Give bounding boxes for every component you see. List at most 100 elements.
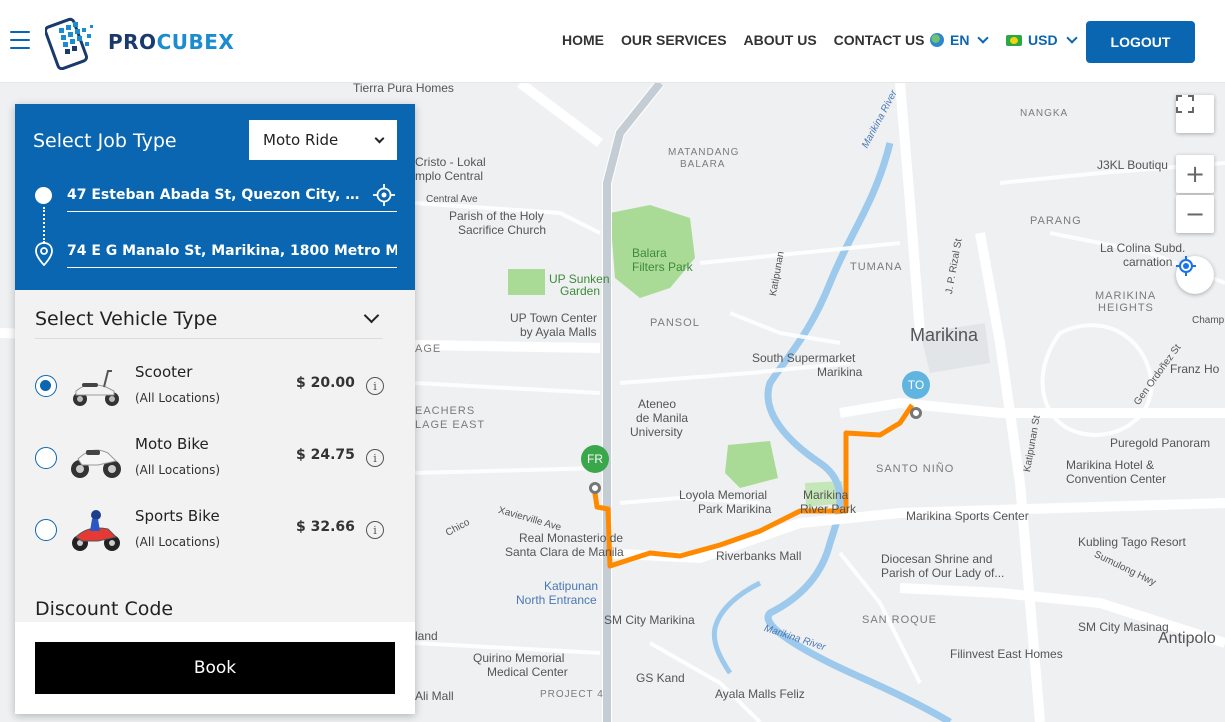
map-label: South Supermarket	[752, 351, 856, 365]
vehicle-name: Scooter	[135, 363, 193, 381]
map-label: North Entrance	[516, 593, 597, 607]
nav-our-services[interactable]: OUR SERVICES	[621, 32, 727, 48]
discount-code-title: Discount Code	[35, 598, 174, 620]
currency-selector[interactable]: USD	[1006, 32, 1078, 48]
map-label: SAN ROQUE	[862, 614, 938, 626]
vehicle-location: (All Locations)	[135, 535, 221, 549]
vehicle-price: $ 24.75	[296, 447, 355, 463]
map-label: LAGE EAST	[415, 419, 486, 431]
vehicle-option-scooter[interactable]: Scooter (All Locations) $ 20.00 i	[35, 355, 395, 417]
to-pin-icon	[910, 407, 922, 419]
map-label: Diocesan Shrine and	[881, 552, 993, 566]
pickup-address-input[interactable]: 47 Esteban Abada St, Quezon City, Metro …	[67, 178, 397, 212]
chevron-down-icon	[363, 307, 380, 324]
map-label: PROJECT 4	[540, 689, 604, 700]
info-icon[interactable]: i	[366, 521, 384, 539]
map-label: Ateneo	[638, 397, 677, 411]
map-label: by Ayala Malls	[520, 325, 597, 339]
map-label: PARANG	[1030, 215, 1082, 227]
map-label: mplo Central	[415, 169, 484, 183]
map-label: de Manila	[636, 411, 689, 425]
map-label: Ayala Malls Feliz	[715, 687, 805, 701]
map-label: Central Ave	[426, 194, 478, 205]
map-label: Katipunan	[544, 579, 599, 593]
from-marker[interactable]: FR	[581, 445, 609, 473]
logout-button[interactable]: LOGOUT	[1086, 21, 1195, 63]
booking-panel: Select Job Type Moto Ride 47 Esteban Aba…	[15, 104, 415, 714]
vehicle-radio[interactable]	[35, 375, 57, 397]
to-marker[interactable]: TO	[902, 371, 930, 399]
vehicle-radio[interactable]	[35, 447, 57, 469]
map-label: Real Monasterio de	[519, 531, 624, 545]
map-label: Marikina	[910, 325, 979, 345]
map-label: MATANDANG	[668, 147, 740, 158]
nav-contact-us[interactable]: CONTACT US	[834, 32, 925, 48]
vehicle-option-moto-bike[interactable]: Moto Bike (All Locations) $ 24.75 i	[35, 427, 395, 489]
map-label: UP Town Center	[510, 311, 597, 325]
map-label: GS Kand	[636, 671, 685, 685]
map-label: Garden	[560, 284, 601, 298]
job-type-select[interactable]: Moto Ride	[249, 120, 397, 160]
vehicle-name: Moto Bike	[135, 435, 209, 453]
map-label: Marikina Sports Center	[906, 509, 1029, 523]
job-type-value: Moto Ride	[263, 131, 339, 149]
map-label: Medical Center	[487, 665, 568, 679]
zoom-in-icon[interactable]: +	[1176, 155, 1214, 193]
map-label: Riverbanks Mall	[716, 549, 802, 563]
map-label: BALARA	[680, 159, 726, 170]
route-connector	[43, 207, 45, 243]
hamburger-menu-icon[interactable]	[10, 31, 30, 49]
currency-value: USD	[1028, 32, 1058, 48]
nav-home[interactable]: HOME	[562, 32, 604, 48]
map-label: La Colina Subd.	[1100, 241, 1186, 255]
vehicle-option-sports-bike[interactable]: Sports Bike (All Locations) $ 32.66 i	[35, 499, 395, 561]
brand-name[interactable]: PROCUBEX	[108, 30, 234, 54]
book-button[interactable]: Book	[35, 642, 395, 694]
zoom-out-icon[interactable]: −	[1176, 195, 1214, 233]
flag-icon	[1006, 34, 1022, 46]
job-type-section: Select Job Type Moto Ride 47 Esteban Aba…	[15, 104, 415, 290]
vehicle-price: $ 32.66	[296, 519, 355, 535]
map-label: TUMANA	[850, 261, 903, 273]
vehicle-name: Sports Bike	[135, 507, 220, 525]
globe-icon	[930, 33, 944, 47]
map-label: Puregold Panoram	[1110, 436, 1211, 450]
my-location-icon[interactable]	[1176, 256, 1214, 294]
language-value: EN	[950, 32, 970, 48]
map-label: SM City Masinag	[1078, 620, 1169, 634]
map-label: Champ	[1192, 315, 1225, 326]
vehicle-location: (All Locations)	[135, 463, 221, 477]
vehicle-radio[interactable]	[35, 519, 57, 541]
vehicle-location: (All Locations)	[135, 391, 221, 405]
fullscreen-icon[interactable]	[1176, 95, 1214, 133]
info-icon[interactable]: i	[366, 449, 384, 467]
procubex-logo-icon[interactable]	[45, 14, 97, 70]
map-label: Filinvest East Homes	[950, 647, 1063, 661]
map-label: land	[415, 629, 438, 643]
brand-part-1: PRO	[108, 30, 157, 54]
vehicle-type-toggle[interactable]: Select Vehicle Type	[35, 299, 383, 339]
map-label: PANSOL	[650, 317, 700, 329]
map-label: Quirino Memorial	[473, 651, 565, 665]
map-label: Marikina Hotel &	[1066, 458, 1155, 472]
map-label: SM City Marikina	[604, 613, 695, 627]
moto-bike-icon	[71, 449, 121, 478]
map-label: Franz Ho	[1170, 362, 1220, 376]
map-label: Balara	[632, 246, 667, 260]
vehicle-type-title: Select Vehicle Type	[35, 307, 218, 330]
dropoff-address-input[interactable]: 74 E G Manalo St, Marikina, 1800 Metro M…	[67, 234, 397, 268]
main-nav: HOME OUR SERVICES ABOUT US CONTACT US	[562, 32, 924, 48]
map-label: MARIKINA	[1095, 290, 1157, 302]
book-footer: Book	[15, 622, 415, 714]
current-location-icon[interactable]	[373, 184, 395, 206]
sports-bike-icon	[72, 510, 120, 551]
map-label: Sacrifice Church	[458, 223, 547, 237]
map-label: SANTO NIÑO	[876, 463, 955, 475]
info-icon[interactable]: i	[366, 377, 384, 395]
language-selector[interactable]: EN	[930, 32, 990, 48]
destination-pin-icon	[35, 242, 53, 266]
nav-about-us[interactable]: ABOUT US	[744, 32, 817, 48]
map-label: HEIGHTS	[1098, 302, 1154, 314]
map-label: Kubling Tago Resort	[1078, 535, 1186, 549]
map-label: Marikina	[803, 488, 849, 502]
